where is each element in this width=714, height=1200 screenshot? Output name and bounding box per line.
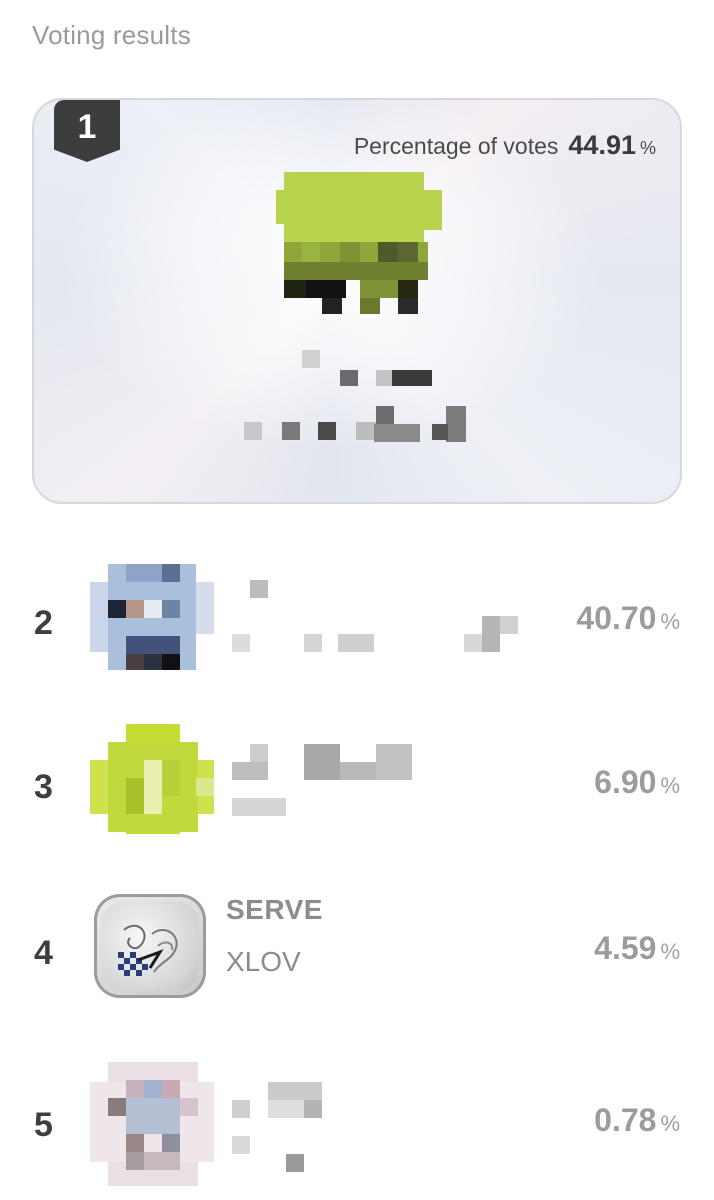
vote-unit: % (639, 138, 656, 158)
artist-name: XLOV (226, 946, 301, 977)
vote-caption: Percentage of votes (353, 133, 559, 159)
result-row[interactable]: 4 SERVE XLOV 4.59 % (0, 890, 714, 1010)
rank-badge-1: 1 (54, 100, 120, 162)
vote-unit: % (660, 1111, 680, 1136)
result-row[interactable]: 5 0.78 % (0, 1062, 714, 1186)
rank-number: 2 (34, 604, 53, 642)
album-art-icon (118, 924, 178, 976)
album-thumbnail (90, 1062, 214, 1186)
rank-number: 3 (34, 768, 53, 806)
vote-percentage: Percentage of votes 44.91 % (354, 130, 656, 161)
result-row[interactable]: 3 6.90 % (0, 724, 714, 844)
title-blur (232, 580, 532, 660)
vote-percentage: 0.78 % (594, 1102, 680, 1139)
page-title: Voting results (32, 20, 191, 50)
vote-unit: % (660, 609, 680, 634)
title-blur (232, 744, 432, 824)
vote-value: 44.91 (568, 130, 636, 160)
vote-value: 4.59 (594, 930, 657, 966)
vote-percentage: 40.70 % (576, 600, 680, 637)
vote-unit: % (660, 773, 680, 798)
title-blur (232, 1082, 352, 1172)
result-row[interactable]: 2 40.70 % (0, 560, 714, 680)
rank-number: 4 (34, 934, 53, 972)
rank-number: 5 (34, 1106, 53, 1144)
album-thumbnail (94, 894, 206, 998)
album-thumbnail (90, 560, 214, 670)
vote-percentage: 4.59 % (594, 930, 680, 967)
winner-card[interactable]: 1 Percentage of votes 44.91 % (32, 98, 682, 504)
winner-title-blur (184, 350, 504, 450)
vote-value: 40.70 (576, 600, 657, 636)
vote-unit: % (660, 939, 680, 964)
vote-percentage: 6.90 % (594, 764, 680, 801)
vote-value: 0.78 (594, 1102, 657, 1138)
album-thumbnail (90, 724, 214, 834)
winner-album-art (276, 172, 444, 314)
song-title: SERVE (226, 894, 323, 925)
vote-value: 6.90 (594, 764, 657, 800)
